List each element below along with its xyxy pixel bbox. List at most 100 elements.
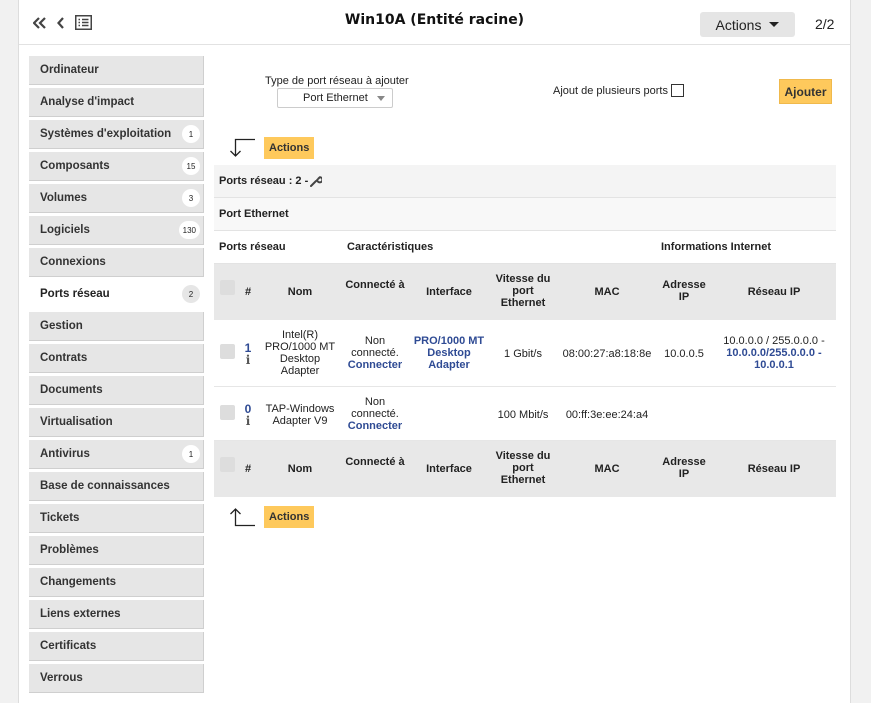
row-num-cell: 1 i [242,342,254,366]
col-num: # [244,463,252,475]
col-speed: Vitesse du port Ethernet [495,450,551,486]
sidebar-item-volumes[interactable]: Volumes 3 [29,184,204,213]
double-chevron-left-icon[interactable] [33,16,47,29]
count-badge: 1 [182,445,200,463]
row-name: Intel(R) PRO/1000 MT Desktop Adapter [264,329,336,377]
sidebar-item-analyse-d-impact[interactable]: Analyse d'impact [29,88,204,117]
sidebar-item-label: Systèmes d'exploitation [40,128,172,140]
sidebar-item-verrous[interactable]: Verrous [29,664,204,693]
network-ports-table: Ports réseau : 2 - Port Ethernet Ports r… [214,165,836,497]
actions-button[interactable]: Actions [700,12,795,37]
count-badge: 2 [182,285,200,303]
mass-actions-button-bottom[interactable]: Actions [264,506,315,528]
col-mac: MAC [594,463,620,475]
group-ports: Ports réseau [219,241,286,253]
row-speed: 1 Gbit/s [504,348,542,360]
sidebar-item-label: Verrous [40,672,83,684]
nav-icons [33,15,92,30]
mass-actions-top: Actions [226,137,315,159]
col-num: # [244,286,252,298]
col-ip: Adresse IP [662,456,706,480]
col-connected: Connecté à [345,456,405,468]
connect-link[interactable]: Connecter [342,359,408,371]
add-button[interactable]: Ajouter [779,79,832,104]
sidebar-item-label: Tickets [40,512,80,524]
sidebar-item-contrats[interactable]: Contrats [29,344,204,373]
sidebar-item-label: Analyse d'impact [40,96,135,108]
sidebar-item-virtualisation[interactable]: Virtualisation [29,408,204,437]
caret-down-icon [377,96,385,101]
sidebar-item-label: Changements [40,576,117,588]
column-footer-row: # Nom Connecté à Interface Vitesse du po… [214,441,836,497]
sidebar-item-label: Ports réseau [40,288,110,300]
col-name: Nom [287,463,313,475]
chevron-left-icon[interactable] [57,16,65,29]
sidebar-item-label: Antivirus [40,448,90,460]
row-checkbox[interactable] [220,405,235,420]
row-connected: Non connecté. Connecter [342,396,408,432]
column-header-row: # Nom Connecté à Interface Vitesse du po… [214,264,836,320]
sidebar-item-label: Volumes [40,192,88,204]
row-mac: 08:00:27:a8:18:8e [562,348,652,360]
sidebar-item-tickets[interactable]: Tickets [29,504,204,533]
port-type-select[interactable]: Port Ethernet [277,88,393,108]
sidebar-item-problemes[interactable]: Problèmes [29,536,204,565]
main-frame: Win10A (Entité racine) Actions 2/2 Ordin… [18,0,851,703]
sidebar-item-ordinateur[interactable]: Ordinateur [29,56,204,85]
row-checkbox[interactable] [220,344,235,359]
col-network: Réseau IP [747,463,801,475]
col-network: Réseau IP [747,286,801,298]
sidebar-item-base-de-connaissances[interactable]: Base de connaissances [29,472,204,501]
multiple-ports-label: Ajout de plusieurs ports [553,85,668,97]
page-title: Win10A (Entité racine) [344,12,525,28]
col-interface: Interface [426,463,472,475]
group-internet: Informations Internet [661,241,772,253]
mass-actions-bottom: Actions [226,506,315,528]
row-connected-status: Non connecté. [351,396,399,420]
sidebar-item-ports-reseau[interactable]: Ports réseau 2 [29,280,204,309]
section-row: Port Ethernet [214,198,836,231]
sidebar-item-systemes-d-exploitation[interactable]: Systèmes d'exploitation 1 [29,120,204,149]
sidebar-item-label: Liens externes [40,608,121,620]
info-icon[interactable]: i [242,415,254,427]
select-all-checkbox[interactable] [220,280,235,295]
sidebar-item-gestion[interactable]: Gestion [29,312,204,341]
group-header-row: Ports réseau Caractéristiques Informatio… [214,231,836,264]
row-speed: 100 Mbit/s [497,409,549,421]
sidebar-item-label: Problèmes [40,544,99,556]
row-network-link[interactable]: 10.0.0.0/255.0.0.0 - 10.0.0.1 [714,347,834,371]
sidebar-item-connexions[interactable]: Connexions [29,248,204,277]
row-connected: Non connecté. Connecter [342,335,408,371]
row-ip: 10.0.0.5 [664,348,704,360]
select-all-checkbox[interactable] [220,457,235,472]
row-connected-status: Non connecté. [351,335,399,359]
row-name: TAP-Windows Adapter V9 [265,403,335,427]
wrench-icon[interactable] [310,175,323,187]
sidebar-item-documents[interactable]: Documents [29,376,204,405]
sidebar-item-label: Logiciels [40,224,90,236]
ports-count-label: Ports réseau : 2 - [219,175,309,187]
count-badge: 3 [182,189,200,207]
list-icon[interactable] [75,15,92,30]
sidebar-item-antivirus[interactable]: Antivirus 1 [29,440,204,469]
sidebar-item-changements[interactable]: Changements [29,568,204,597]
info-icon[interactable]: i [242,354,254,366]
count-badge: 15 [182,157,200,175]
arrow-down-left-icon [230,138,255,157]
sidebar: Ordinateur Analyse d'impact Systèmes d'exp… [29,56,204,696]
mass-actions-button-top[interactable]: Actions [264,137,315,159]
caret-down-icon [769,22,780,27]
sidebar-item-logiciels[interactable]: Logiciels 130 [29,216,204,245]
sidebar-item-label: Virtualisation [40,416,113,428]
sidebar-item-label: Ordinateur [40,64,99,76]
sidebar-item-certificats[interactable]: Certificats [29,632,204,661]
connect-link[interactable]: Connecter [342,420,408,432]
col-name: Nom [287,286,313,298]
sidebar-item-liens-externes[interactable]: Liens externes [29,600,204,629]
arrow-up-left-icon [230,508,255,527]
row-network: 10.0.0.0 / 255.0.0.0 - 10.0.0.0/255.0.0.… [714,335,834,371]
sidebar-item-composants[interactable]: Composants 15 [29,152,204,181]
multiple-ports-checkbox[interactable] [671,84,684,97]
row-interface-link[interactable]: PRO/1000 MT Desktop Adapter [411,335,487,371]
table-row: 0 i TAP-Windows Adapter V9 Non connecté.… [214,387,836,441]
